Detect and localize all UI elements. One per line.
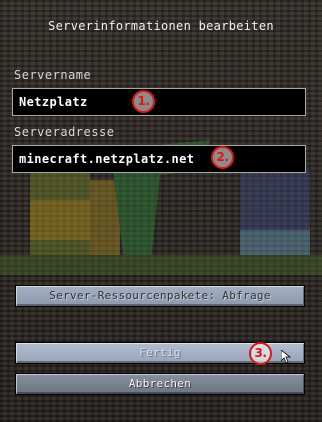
annotation-marker-2: 2. bbox=[211, 146, 234, 169]
annotation-marker-1: 1. bbox=[132, 90, 155, 113]
server-name-label: Servername bbox=[14, 68, 92, 82]
server-name-input[interactable]: Netzplatz bbox=[12, 88, 306, 116]
dialog-title: Serverinformationen bearbeiten bbox=[48, 19, 274, 33]
cancel-button[interactable]: Abbrechen bbox=[15, 373, 305, 395]
server-address-input[interactable]: minecraft.netzplatz.net bbox=[12, 145, 306, 173]
mouse-cursor-icon bbox=[281, 350, 291, 364]
server-address-label: Serveradresse bbox=[14, 125, 115, 139]
annotation-marker-3: 3. bbox=[249, 342, 272, 365]
resource-packs-button[interactable]: Server-Ressourcenpakete: Abfrage bbox=[15, 285, 305, 307]
